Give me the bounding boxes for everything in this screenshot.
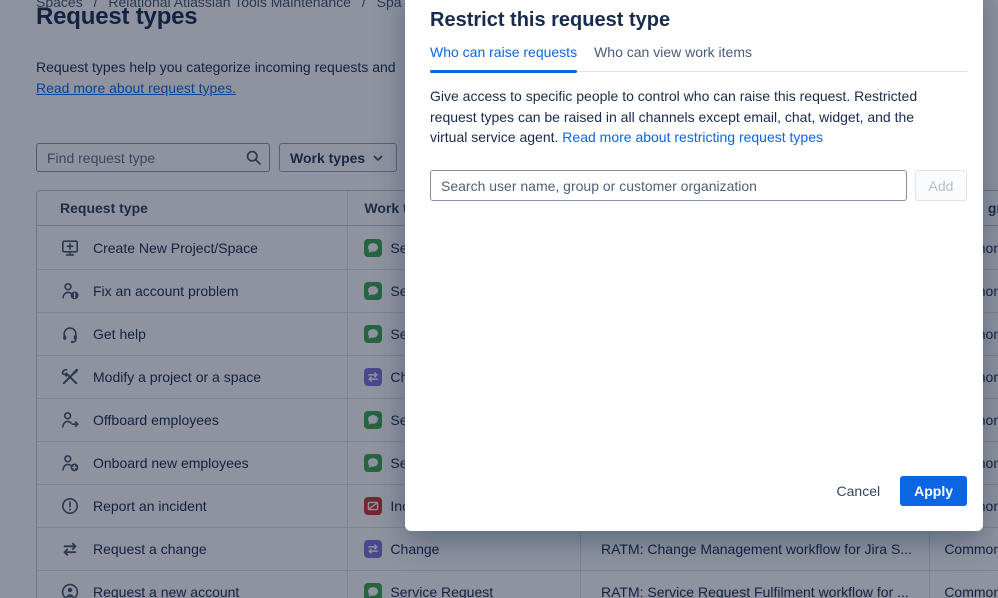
tab-who-can-view-work-items[interactable]: Who can view work items xyxy=(594,43,752,61)
restriction-search-input[interactable] xyxy=(430,170,907,201)
apply-button[interactable]: Apply xyxy=(900,476,967,506)
dialog-tabs: Who can raise requests Who can view work… xyxy=(430,43,967,72)
add-button[interactable]: Add xyxy=(915,170,967,201)
dialog-description: Give access to specific people to contro… xyxy=(430,86,944,148)
read-more-restricting-link[interactable]: Read more about restricting request type… xyxy=(562,129,823,145)
restriction-search-row: Add xyxy=(430,170,967,201)
tab-who-can-raise-requests[interactable]: Who can raise requests xyxy=(430,43,577,61)
app-viewport: Spaces / Relational Atlassian Tools Main… xyxy=(0,0,998,598)
dialog-footer: Cancel Apply xyxy=(823,476,967,506)
dialog-title: Restrict this request type xyxy=(430,8,670,32)
cancel-button[interactable]: Cancel xyxy=(823,476,895,506)
restrict-request-type-dialog: Restrict this request type Who can raise… xyxy=(405,0,983,531)
